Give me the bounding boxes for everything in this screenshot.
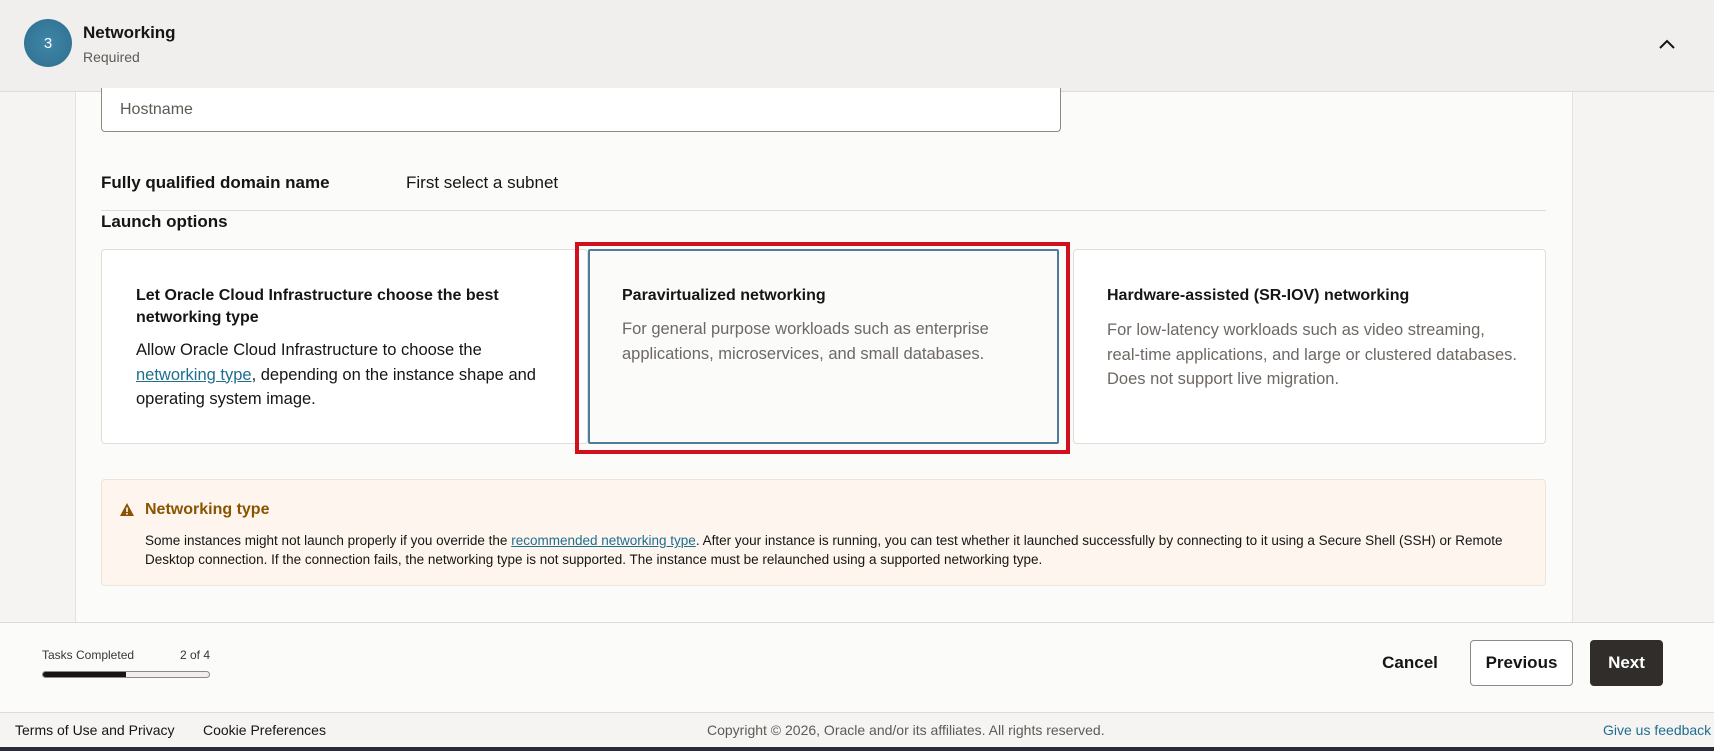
card-description: For low-latency workloads such as video …	[1107, 321, 1517, 388]
previous-button[interactable]: Previous	[1470, 640, 1573, 686]
tasks-completed-label: Tasks Completed	[42, 648, 135, 662]
section-divider	[101, 210, 1546, 211]
card-description: For general purpose workloads such as en…	[622, 320, 989, 363]
card-description: Allow Oracle Cloud Infrastructure to cho…	[136, 338, 556, 412]
option-card-sriov[interactable]: Hardware-assisted (SR-IOV) networking Fo…	[1073, 249, 1546, 444]
bottom-strip	[0, 747, 1714, 751]
wizard-nav-bar: Tasks Completed 2 of 4 Cancel Previous N…	[0, 622, 1714, 712]
tasks-progress-bar	[42, 671, 210, 678]
recommended-networking-type-link[interactable]: recommended networking type	[511, 533, 696, 548]
networking-type-link[interactable]: networking type	[136, 366, 252, 384]
hostname-input[interactable]	[101, 88, 1061, 132]
card-title: Hardware-assisted (SR-IOV) networking	[1107, 287, 1410, 304]
warning-text: Some instances might not launch properly…	[145, 531, 1525, 569]
tasks-completed-count: 2 of 4	[180, 648, 211, 662]
cookie-preferences-link[interactable]: Cookie Preferences	[203, 722, 326, 738]
step-number-badge: 3	[24, 19, 72, 67]
launch-options-label: Launch options	[101, 212, 228, 231]
card-desc-text: Allow Oracle Cloud Infrastructure to cho…	[136, 341, 482, 359]
next-button[interactable]: Next	[1590, 640, 1663, 686]
copyright-text: Copyright © 2026, Oracle and/or its affi…	[707, 722, 1105, 738]
networking-type-warning: Networking type Some instances might not…	[101, 479, 1546, 586]
warning-text-part: Some instances might not launch properly…	[145, 533, 512, 548]
warning-title: Networking type	[145, 501, 270, 518]
fqdn-label: Fully qualified domain name	[101, 173, 330, 192]
progress-fill	[43, 672, 126, 677]
terms-link[interactable]: Terms of Use and Privacy	[15, 722, 175, 738]
step-status: Required	[83, 49, 140, 65]
chevron-up-icon	[1659, 39, 1675, 49]
cancel-button[interactable]: Cancel	[1368, 640, 1452, 686]
step-title: Networking	[83, 23, 176, 42]
page-footer: Terms of Use and Privacy Cookie Preferen…	[0, 712, 1714, 751]
fqdn-value: First select a subnet	[406, 173, 559, 192]
option-card-paravirtualized[interactable]: Paravirtualized networking For general p…	[588, 249, 1059, 444]
card-title: Paravirtualized networking	[622, 287, 826, 304]
step-header: 3 Networking Required	[0, 0, 1714, 92]
feedback-link[interactable]: Give us feedback	[1603, 722, 1711, 738]
card-title: Let Oracle Cloud Infrastructure choose t…	[136, 287, 499, 326]
option-card-oci-choose[interactable]: Let Oracle Cloud Infrastructure choose t…	[101, 249, 588, 444]
collapse-section-button[interactable]	[1653, 30, 1681, 58]
warning-icon	[120, 503, 134, 516]
